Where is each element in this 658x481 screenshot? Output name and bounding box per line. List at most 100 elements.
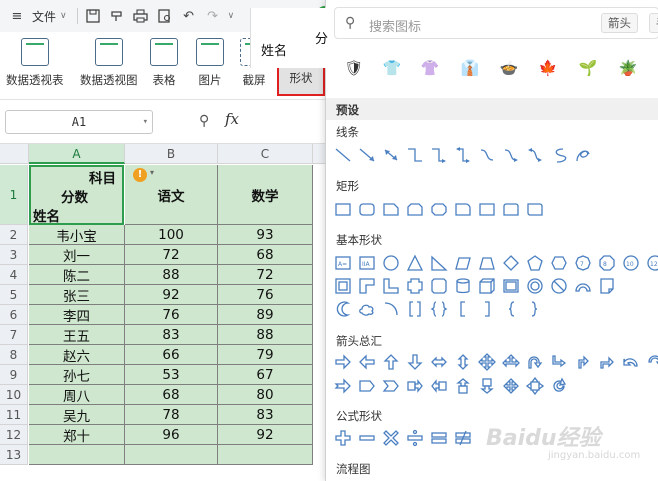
- table-cell-chinese[interactable]: 68: [125, 385, 218, 405]
- round-diagonal-rectangle-shape-icon[interactable]: [526, 200, 544, 218]
- table-cell-chinese[interactable]: 83: [125, 325, 218, 345]
- left-brace-shape-icon[interactable]: [502, 300, 520, 318]
- left-up-arrow-shape-icon[interactable]: [574, 353, 592, 371]
- math-minus-shape-icon[interactable]: [358, 429, 376, 447]
- math-divide-shape-icon[interactable]: [406, 429, 424, 447]
- curved-connector-shape-icon[interactable]: [478, 146, 496, 164]
- math-multiply-shape-icon[interactable]: [382, 429, 400, 447]
- file-menu[interactable]: 文件 ∨: [32, 8, 67, 25]
- up-down-arrow-shape-icon[interactable]: [454, 353, 472, 371]
- row-header[interactable]: 6: [0, 305, 28, 325]
- row-header[interactable]: 13: [0, 445, 28, 465]
- table-cell-chinese[interactable]: 53: [125, 365, 218, 385]
- no-symbol-shape-icon[interactable]: [550, 277, 568, 295]
- row-header[interactable]: 1: [0, 165, 28, 225]
- diamond-shape-icon[interactable]: [502, 254, 520, 272]
- right-bracket-shape-icon[interactable]: [478, 300, 496, 318]
- down-arrow-callout-shape-icon[interactable]: [478, 377, 496, 395]
- header-cell-math[interactable]: 数学: [218, 165, 313, 225]
- sticker-shield-blue-icon[interactable]: 🛡: [342, 56, 366, 80]
- left-right-up-arrow-shape-icon[interactable]: [502, 353, 520, 371]
- table-cell-name[interactable]: 张三: [29, 285, 125, 305]
- table-cell-name[interactable]: 周八: [29, 385, 125, 405]
- notched-right-arrow-shape-icon[interactable]: [334, 377, 352, 395]
- table-cell-math[interactable]: 88: [218, 325, 313, 345]
- table-cell-chinese[interactable]: 72: [125, 245, 218, 265]
- table-cell-chinese[interactable]: 78: [125, 405, 218, 425]
- column-header-b[interactable]: B: [125, 144, 218, 164]
- math-plus-shape-icon[interactable]: [334, 429, 352, 447]
- elbow-double-arrow-shape-icon[interactable]: [454, 146, 472, 164]
- right-arrow-callout-shape-icon[interactable]: [406, 377, 424, 395]
- name-box[interactable]: A1 ▾: [5, 110, 153, 134]
- chevron-down-icon[interactable]: ▾: [150, 168, 154, 177]
- table-cell-name[interactable]: 吴九: [29, 405, 125, 425]
- elbow-arrow-connector-shape-icon[interactable]: [430, 146, 448, 164]
- math-equal-shape-icon[interactable]: [430, 429, 448, 447]
- table-cell-chinese[interactable]: 88: [125, 265, 218, 285]
- double-arrow-line-shape-icon[interactable]: [382, 146, 400, 164]
- table-cell-empty[interactable]: [29, 445, 125, 465]
- vertical-text-box-shape-icon[interactable]: IIA: [358, 254, 376, 272]
- math-not-equal-shape-icon[interactable]: [454, 429, 472, 447]
- left-arrow-shape-icon[interactable]: [358, 353, 376, 371]
- table-cell-math[interactable]: 68: [218, 245, 313, 265]
- left-right-arrow-shape-icon[interactable]: [430, 353, 448, 371]
- picture-button[interactable]: 图片: [196, 38, 224, 88]
- table-cell-math[interactable]: 76: [218, 285, 313, 305]
- sticker-pot-icon[interactable]: 🍲: [497, 56, 521, 80]
- sticker-tshirt-gray-icon[interactable]: 👔: [458, 56, 482, 80]
- up-arrow-shape-icon[interactable]: [382, 353, 400, 371]
- cube-shape-icon[interactable]: [478, 277, 496, 295]
- row-header[interactable]: 4: [0, 265, 28, 285]
- formula-input[interactable]: 姓名 分: [250, 8, 330, 68]
- decagon-shape-icon[interactable]: 10: [622, 254, 640, 272]
- down-arrow-shape-icon[interactable]: [406, 353, 424, 371]
- chevron-down-icon[interactable]: ∨: [228, 11, 235, 21]
- line-shape-icon[interactable]: [334, 146, 352, 164]
- table-cell-chinese[interactable]: 66: [125, 345, 218, 365]
- right-arrow-shape-icon[interactable]: [334, 353, 352, 371]
- heptagon-shape-icon[interactable]: 7: [574, 254, 592, 272]
- print-preview-icon[interactable]: [156, 7, 174, 25]
- hexagon-shape-icon[interactable]: [550, 254, 568, 272]
- row-header[interactable]: 2: [0, 225, 28, 245]
- row-header[interactable]: 3: [0, 245, 28, 265]
- arc-shape-icon[interactable]: [382, 300, 400, 318]
- table-cell-math[interactable]: 80: [218, 385, 313, 405]
- u-turn-arrow-shape-icon[interactable]: [550, 353, 568, 371]
- frame-shape-icon[interactable]: [334, 277, 352, 295]
- octagon-shape-icon[interactable]: 8: [598, 254, 616, 272]
- dodecagon-shape-icon[interactable]: 12: [646, 254, 658, 272]
- table-cell-name[interactable]: 孙七: [29, 365, 125, 385]
- cell-a1-diagonal-header[interactable]: 科目 分数 姓名: [29, 165, 124, 225]
- table-cell-math[interactable]: 79: [218, 345, 313, 365]
- bent-up-arrow-shape-icon[interactable]: [598, 353, 616, 371]
- table-cell-math[interactable]: 92: [218, 425, 313, 445]
- rounded-rectangle-shape-icon[interactable]: [358, 200, 376, 218]
- curved-right-arrow-shape-icon[interactable]: [622, 353, 640, 371]
- parallelogram-shape-icon[interactable]: [454, 254, 472, 272]
- curved-double-arrow-shape-icon[interactable]: [526, 146, 544, 164]
- table-cell-math[interactable]: 72: [218, 265, 313, 285]
- curved-up-arrow-shape-icon[interactable]: [646, 353, 658, 371]
- tag-hand-button[interactable]: 手: [649, 13, 658, 33]
- row-header[interactable]: 8: [0, 345, 28, 365]
- spreadsheet-grid[interactable]: A B C 1 2 3 4 5 6 7 8 9 10 11 12 13 语文 数学 韦小宝 100 93 刘一 72 6…: [0, 144, 330, 481]
- table-cell-name[interactable]: 王五: [29, 325, 125, 345]
- table-cell-chinese[interactable]: 92: [125, 285, 218, 305]
- can-shape-icon[interactable]: [454, 277, 472, 295]
- left-right-up-down-callout-shape-icon[interactable]: [526, 377, 544, 395]
- table-cell-name[interactable]: 陈二: [29, 265, 125, 285]
- pivot-chart-button[interactable]: 数据透视图: [80, 38, 138, 88]
- folded-corner-shape-icon[interactable]: [598, 277, 616, 295]
- print-icon[interactable]: [132, 7, 150, 25]
- save-icon[interactable]: [84, 7, 102, 25]
- curve-shape-icon[interactable]: [550, 146, 568, 164]
- zoom-search-icon[interactable]: ⚲: [199, 113, 209, 129]
- left-bracket-shape-icon[interactable]: [454, 300, 472, 318]
- left-arrow-callout-shape-icon[interactable]: [430, 377, 448, 395]
- double-brace-shape-icon[interactable]: [430, 300, 448, 318]
- chevron-down-icon[interactable]: ▾: [143, 111, 148, 133]
- triangle-shape-icon[interactable]: [406, 254, 424, 272]
